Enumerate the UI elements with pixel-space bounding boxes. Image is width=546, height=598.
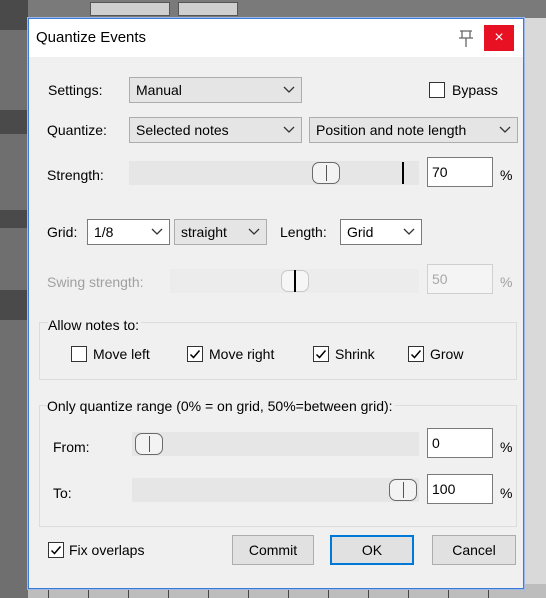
dialog-title: Quantize Events <box>36 29 147 46</box>
strength-unit: % <box>500 167 513 183</box>
swing-input[interactable]: 50 <box>427 264 493 294</box>
grow-label: Grow <box>430 346 464 362</box>
dialog-titlebar[interactable]: Quantize Events × <box>29 19 523 57</box>
to-input[interactable]: 100 <box>427 474 493 504</box>
grid-type-value: straight <box>181 224 227 240</box>
check-icon <box>189 350 201 359</box>
fix-overlaps-checkbox[interactable] <box>48 542 64 558</box>
chevron-down-icon <box>283 78 295 102</box>
settings-dropdown[interactable]: Manual <box>129 77 302 103</box>
from-input[interactable]: 0 <box>427 428 493 458</box>
quantize-events-dialog: Quantize Events × Settings: Manual Bypas… <box>28 18 524 589</box>
chevron-down-icon <box>403 220 415 244</box>
pin-icon[interactable] <box>456 25 476 51</box>
background-strip <box>0 290 28 320</box>
strength-slider-thumb[interactable] <box>312 162 341 184</box>
chevron-down-icon <box>151 220 163 244</box>
swing-unit: % <box>500 274 513 290</box>
chevron-down-icon <box>283 118 295 142</box>
quantize-mode-dropdown[interactable]: Position and note length <box>309 117 518 143</box>
strength-slider-track[interactable] <box>129 161 419 185</box>
commit-button[interactable]: Commit <box>232 535 314 565</box>
fix-overlaps-label: Fix overlaps <box>69 542 145 558</box>
quantize-mode-value: Position and note length <box>316 122 467 138</box>
shrink-checkbox[interactable] <box>313 346 329 362</box>
background-toolbar-field <box>90 2 170 16</box>
grid-label: Grid: <box>47 224 78 240</box>
allow-notes-heading: Allow notes to: <box>48 317 142 333</box>
close-icon: × <box>494 29 504 46</box>
grid-value: 1/8 <box>94 224 114 240</box>
move-left-label: Move left <box>93 346 150 362</box>
background-toolbar-field <box>178 2 238 16</box>
check-icon <box>50 546 62 555</box>
from-unit: % <box>500 439 513 455</box>
from-slider-thumb[interactable] <box>135 433 163 455</box>
background-strip <box>0 210 28 228</box>
ok-button[interactable]: OK <box>330 535 414 565</box>
background-toolbar <box>28 0 546 18</box>
strength-default-marker <box>402 162 404 184</box>
swing-strength-label: Swing strength: <box>47 274 144 290</box>
from-slider-track[interactable] <box>132 432 419 456</box>
quantize-target-value: Selected notes <box>136 122 229 138</box>
move-left-checkbox[interactable] <box>71 346 87 362</box>
check-icon <box>315 350 327 359</box>
strength-label: Strength: <box>47 167 104 183</box>
background-right-panel <box>524 18 546 598</box>
check-icon <box>410 350 422 359</box>
quantize-target-dropdown[interactable]: Selected notes <box>129 117 302 143</box>
to-slider-track[interactable] <box>132 478 419 502</box>
length-value: Grid <box>347 224 374 240</box>
chevron-down-icon <box>499 118 511 142</box>
to-slider-thumb[interactable] <box>389 479 417 501</box>
quantize-range-heading: Only quantize range (0% = on grid, 50%=b… <box>47 398 395 414</box>
bypass-label: Bypass <box>452 82 498 98</box>
length-dropdown[interactable]: Grid <box>340 219 422 245</box>
background-strip <box>0 0 28 30</box>
close-button[interactable]: × <box>484 25 514 51</box>
length-label: Length: <box>280 224 327 240</box>
settings-value: Manual <box>136 82 182 98</box>
shrink-label: Shrink <box>335 346 375 362</box>
grid-dropdown[interactable]: 1/8 <box>87 219 170 245</box>
to-label: To: <box>53 485 72 501</box>
swing-default-marker <box>294 270 296 292</box>
move-right-label: Move right <box>209 346 275 362</box>
strength-input[interactable]: 70 <box>427 157 493 187</box>
grow-checkbox[interactable] <box>408 346 424 362</box>
chevron-down-icon <box>248 220 260 244</box>
bypass-checkbox[interactable] <box>429 82 445 98</box>
grid-type-dropdown[interactable]: straight <box>174 219 267 245</box>
cancel-button[interactable]: Cancel <box>432 535 516 565</box>
quantize-range-group <box>39 405 517 527</box>
background-strip <box>0 110 28 134</box>
settings-label: Settings: <box>48 82 103 98</box>
move-right-checkbox[interactable] <box>187 346 203 362</box>
from-label: From: <box>53 439 90 455</box>
quantize-label: Quantize: <box>47 122 107 138</box>
to-unit: % <box>500 485 513 501</box>
background-track-panel <box>0 0 28 598</box>
